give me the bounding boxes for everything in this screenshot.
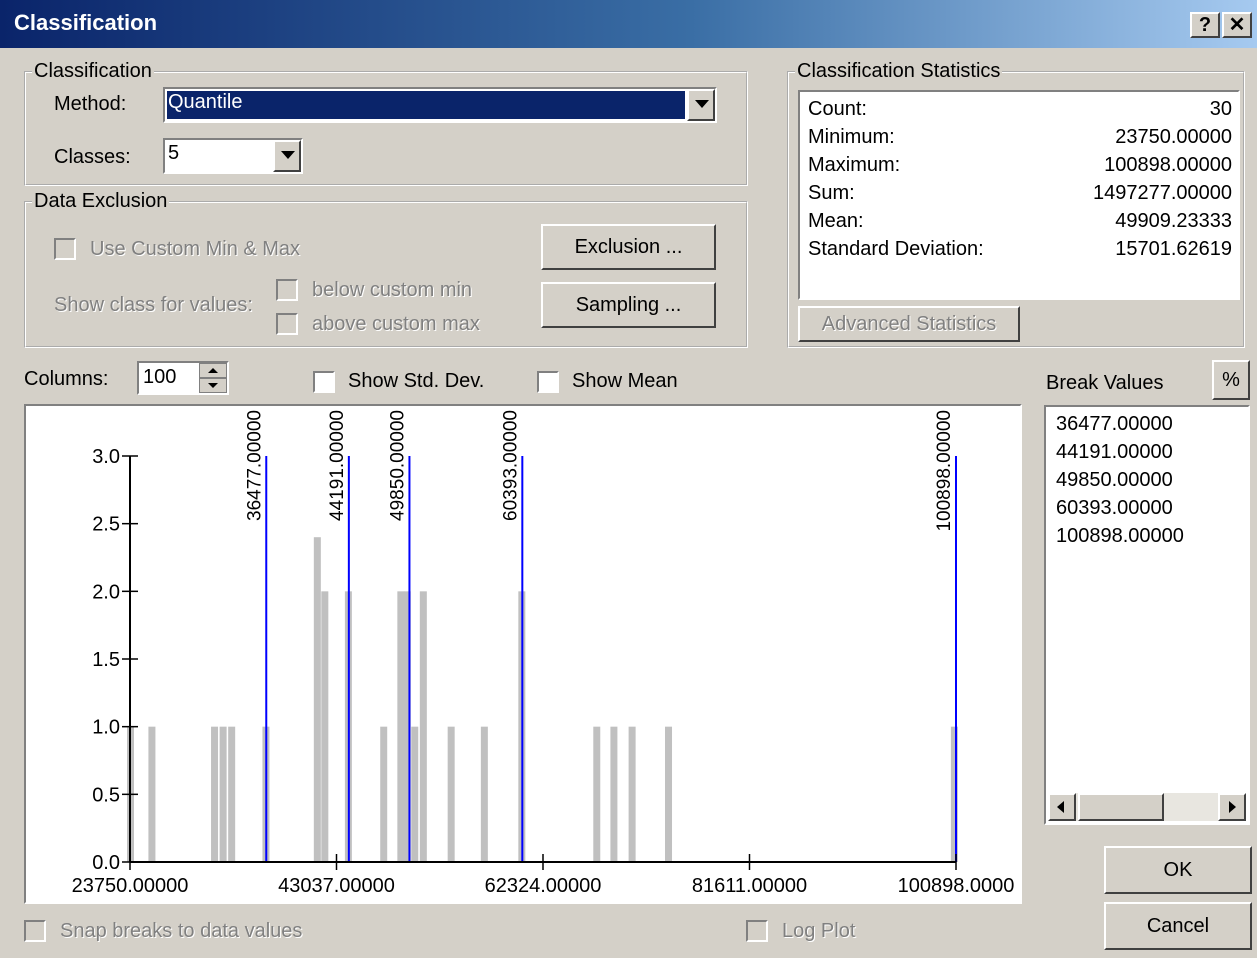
break-value-item[interactable]: 60393.00000: [1056, 497, 1173, 520]
scroll-thumb[interactable]: [1078, 793, 1164, 821]
method-value: Quantile: [168, 91, 243, 113]
show-mean-label: Show Mean: [572, 370, 678, 392]
custom-minmax-checkbox[interactable]: [54, 238, 76, 260]
histogram-bar: [313, 537, 321, 862]
stat-row-maximum: Maximum: 100898.00000: [808, 154, 1232, 176]
columns-up-icon[interactable]: [199, 363, 227, 378]
histogram-panel[interactable]: 36477.00000 44191.00000 49850.00000 60393.0…: [24, 404, 1022, 904]
histogram-bar: [419, 591, 427, 862]
histogram-bar: [665, 726, 673, 862]
columns-stepper[interactable]: 100: [137, 361, 229, 395]
ok-button[interactable]: OK: [1104, 846, 1252, 894]
histogram-bar: [380, 726, 388, 862]
break-value-item[interactable]: 36477.00000: [1056, 413, 1173, 436]
method-select[interactable]: Quantile: [163, 87, 717, 123]
x-tick-label: 81611.00000: [692, 875, 807, 897]
y-tick-label: 0.5: [92, 784, 120, 806]
classes-dropdown-icon[interactable]: [273, 140, 301, 172]
window-title: Classification: [14, 10, 158, 35]
histogram-bar: [628, 726, 636, 862]
data-exclusion-group-label: Data Exclusion: [34, 190, 168, 212]
columns-down-icon[interactable]: [199, 378, 227, 393]
histogram-bar: [593, 726, 601, 862]
break-value-item[interactable]: 100898.00000: [1056, 525, 1184, 548]
x-tick-label: 43037.00000: [278, 875, 395, 897]
show-std-dev-checkbox[interactable]: [313, 371, 335, 393]
show-mean-checkbox[interactable]: [537, 371, 559, 393]
statistics-group-label: Classification Statistics: [797, 60, 1001, 82]
method-label: Method:: [54, 93, 127, 115]
break-value-item[interactable]: 49850.00000: [1056, 469, 1173, 492]
histogram-bar: [228, 726, 236, 862]
break-values-label: Break Values: [1046, 372, 1164, 394]
histogram-bar: [397, 591, 405, 862]
histogram-bar: [610, 726, 618, 862]
log-plot-label: Log Plot: [782, 920, 856, 942]
snap-breaks-checkbox[interactable]: [24, 920, 46, 942]
percent-button[interactable]: %: [1212, 360, 1250, 400]
histogram-chart[interactable]: 36477.00000 44191.00000 49850.00000 60393.0…: [26, 406, 1020, 902]
break-label: 49850.00000: [387, 410, 408, 521]
columns-label: Columns:: [24, 368, 109, 390]
break-values-list[interactable]: 36477.00000 44191.00000 49850.00000 6039…: [1044, 405, 1250, 825]
scroll-left-icon[interactable]: [1048, 793, 1076, 821]
show-class-label: Show class for values:: [54, 294, 253, 316]
close-button[interactable]: ✕: [1222, 12, 1252, 38]
y-tick-label: 1.5: [92, 649, 120, 671]
y-tick-label: 3.0: [92, 446, 120, 468]
snap-breaks-label: Snap breaks to data values: [60, 920, 303, 942]
sampling-button[interactable]: Sampling ...: [541, 282, 716, 328]
scroll-right-icon[interactable]: [1218, 793, 1246, 821]
custom-minmax-label: Use Custom Min & Max: [90, 238, 301, 260]
method-selection-highlight: [167, 91, 685, 119]
horizontal-scrollbar[interactable]: [1048, 793, 1246, 821]
histogram-bar: [148, 726, 156, 862]
y-tick-label: 1.0: [92, 717, 120, 739]
advanced-statistics-button[interactable]: Advanced Statistics: [798, 306, 1020, 342]
help-button[interactable]: ?: [1190, 12, 1220, 38]
columns-value: 100: [143, 366, 177, 388]
break-label: 36477.00000: [244, 410, 265, 521]
log-plot-checkbox[interactable]: [746, 920, 768, 942]
above-max-label: above custom max: [312, 313, 480, 335]
y-tick-label: 0.0: [92, 852, 120, 874]
classes-select[interactable]: 5: [163, 138, 303, 174]
stat-row-sum: Sum: 1497277.00000: [808, 182, 1232, 204]
histogram-bar: [211, 726, 219, 862]
stat-row-minimum: Minimum: 23750.00000: [808, 126, 1232, 148]
x-tick-label: 23750.00000: [72, 875, 189, 897]
x-tick-label: 62324.00000: [485, 875, 602, 897]
classification-group: Classification: [24, 60, 748, 186]
classification-group-label: Classification: [34, 60, 152, 82]
break-label: 100898.00000: [934, 410, 955, 532]
stat-row-mean: Mean: 49909.23333: [808, 210, 1232, 232]
histogram-bar: [219, 726, 227, 862]
above-max-checkbox[interactable]: [276, 313, 298, 335]
histogram-bar: [480, 726, 488, 862]
histogram-bar: [447, 726, 455, 862]
y-tick-label: 2.5: [92, 514, 120, 536]
histogram-bar: [321, 591, 329, 862]
y-tick-label: 2.0: [92, 581, 120, 603]
cancel-button[interactable]: Cancel: [1104, 902, 1252, 950]
break-label: 60393.00000: [500, 410, 521, 521]
statistics-list: Count: 30 Minimum: 23750.00000 Maximum: 100…: [798, 90, 1240, 300]
stat-row-std-dev: Standard Deviation: 15701.62619: [808, 238, 1232, 260]
x-tick-label: 100898.0000: [898, 875, 1015, 897]
title-bar: [0, 0, 1257, 48]
exclusion-button[interactable]: Exclusion ...: [541, 224, 716, 270]
below-min-label: below custom min: [312, 279, 473, 301]
below-min-checkbox[interactable]: [276, 279, 298, 301]
method-dropdown-icon[interactable]: [687, 89, 715, 121]
break-label: 44191.00000: [327, 410, 348, 521]
stat-row-count: Count: 30: [808, 98, 1232, 120]
classes-value: 5: [168, 142, 180, 164]
show-std-dev-label: Show Std. Dev.: [348, 370, 485, 392]
histogram-bar: [411, 726, 419, 862]
break-value-item[interactable]: 44191.00000: [1056, 441, 1173, 464]
classes-label: Classes:: [54, 146, 131, 168]
